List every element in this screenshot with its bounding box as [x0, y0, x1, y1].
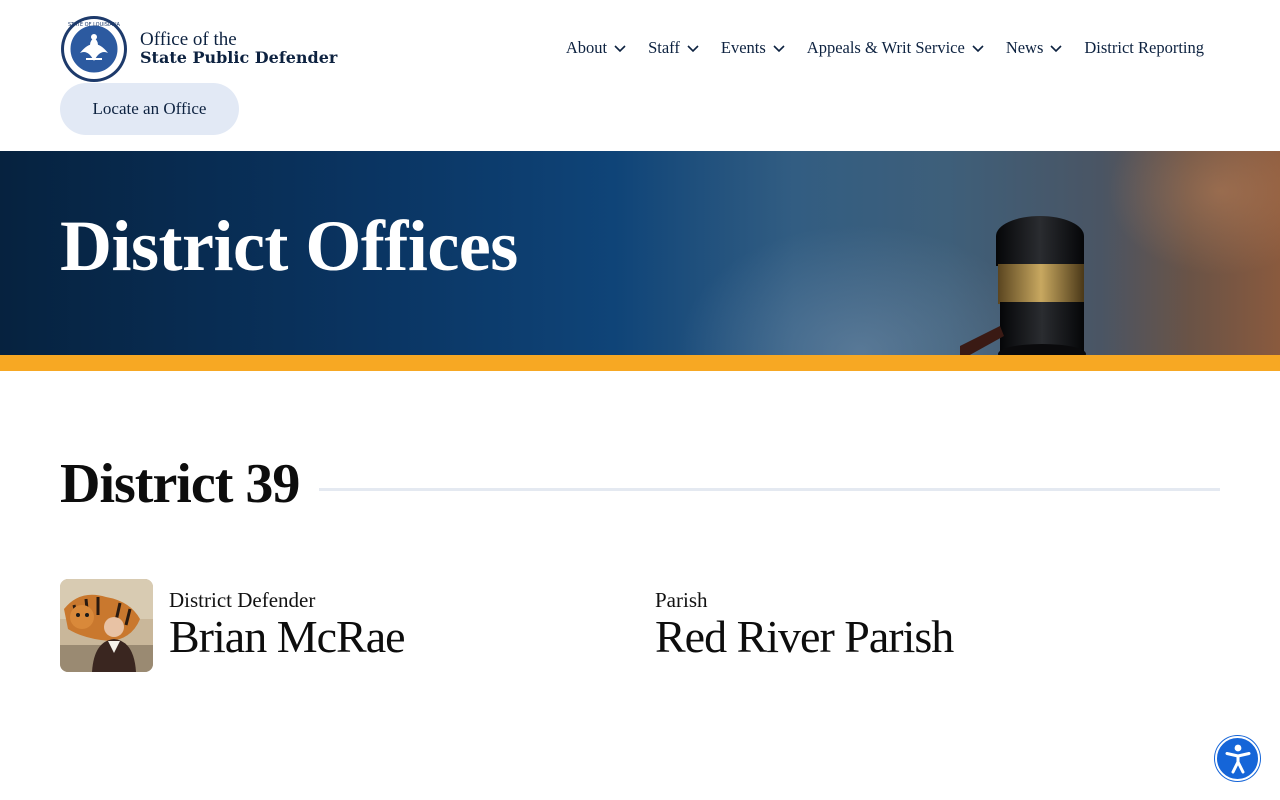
logo-line-1: Office of the [140, 29, 237, 50]
site-logo[interactable]: STATE OF LOUISIANA Office of the State P… [60, 15, 337, 83]
nav-item-district-reporting[interactable]: District Reporting [1084, 38, 1204, 58]
accessibility-button[interactable] [1215, 736, 1260, 781]
nav-label: About [565, 38, 608, 57]
chevron-down-icon [972, 45, 984, 53]
logo-text: Office of the State Public Defender [140, 29, 338, 67]
nav-label: Events [720, 38, 766, 57]
nav-item-news[interactable]: News [1006, 38, 1064, 58]
defender-info: District Defender Brian McRae [169, 588, 406, 672]
nav-item-appeals-writ-service[interactable]: Appeals & Writ Service [807, 38, 985, 58]
page-title: District Offices [60, 206, 518, 286]
chevron-down-icon [614, 45, 626, 53]
locate-office-button[interactable]: Locate an Office [60, 83, 239, 135]
parish-name: Red River Parish [655, 611, 954, 662]
accessibility-icon [1225, 744, 1250, 773]
chevron-down-icon [1050, 45, 1062, 53]
site-header: STATE OF LOUISIANA Office of the State P… [0, 0, 1280, 151]
district-heading: District 39 [60, 453, 300, 515]
parish-info: Parish Red River Parish [655, 588, 954, 662]
svg-text:STATE OF LOUISIANA: STATE OF LOUISIANA [68, 22, 121, 28]
nav-label: Staff [648, 38, 680, 57]
state-seal-icon: STATE OF LOUISIANA [61, 16, 127, 82]
accent-bar [0, 355, 1280, 371]
logo-line-2: State Public Defender [140, 48, 338, 67]
nav-item-about[interactable]: About [566, 38, 627, 58]
nav-label: Appeals & Writ Service [806, 38, 965, 57]
nav-label: District Reporting [1084, 38, 1204, 57]
defender-name: Brian McRae [169, 611, 406, 662]
nav-item-staff[interactable]: Staff [648, 38, 700, 58]
main-nav: About Staff Events Appeals & Writ Servic… [545, 38, 1204, 58]
defender-portrait-image [60, 579, 153, 672]
chevron-down-icon [773, 45, 785, 53]
nav-label: News [1005, 38, 1044, 57]
defender-label: District Defender [169, 588, 316, 612]
parish-label: Parish [655, 588, 708, 612]
section-divider [319, 488, 1220, 491]
nav-item-events[interactable]: Events [721, 38, 786, 58]
hero-banner: District Offices [0, 151, 1280, 355]
defender-photo [60, 579, 153, 672]
gavel-image [960, 216, 1086, 355]
chevron-down-icon [687, 45, 699, 53]
district-defender-card: District Defender Brian McRae [60, 579, 406, 672]
